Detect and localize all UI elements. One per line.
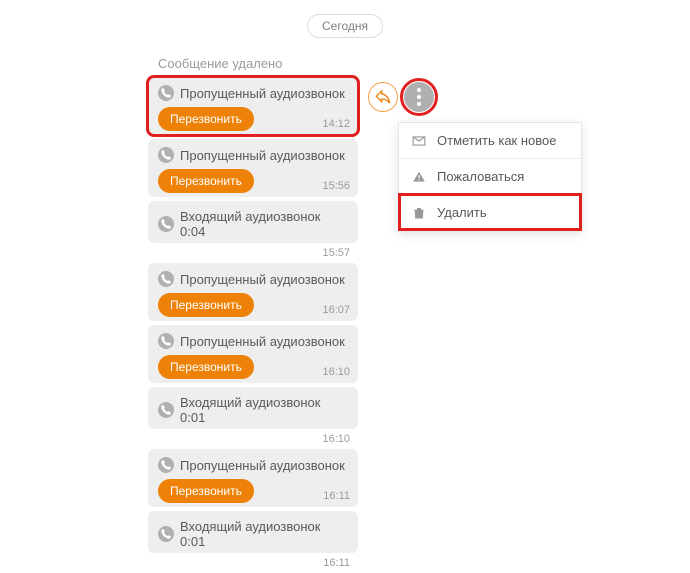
message-actions [368, 82, 434, 112]
call-title: Пропущенный аудиозвонок [180, 334, 345, 349]
call-bubble[interactable]: Пропущенный аудиозвонок Перезвонить 15:5… [148, 139, 358, 197]
call-bubble[interactable]: Пропущенный аудиозвонок Перезвонить 16:0… [148, 263, 358, 321]
phone-icon [158, 526, 174, 542]
call-bubble[interactable]: Пропущенный аудиозвонок Перезвонить 14:1… [148, 77, 358, 135]
dots-icon [417, 88, 421, 92]
dots-icon [417, 95, 421, 99]
envelope-icon [411, 134, 427, 148]
more-button[interactable] [404, 82, 434, 112]
call-bubble[interactable]: Пропущенный аудиозвонок Перезвонить 16:1… [148, 449, 358, 507]
menu-item-report[interactable]: Пожаловаться [399, 158, 581, 194]
phone-icon [158, 147, 174, 163]
phone-icon [158, 216, 174, 232]
call-title: Входящий аудиозвонок 0:01 [180, 395, 348, 425]
phone-icon [158, 333, 174, 349]
call-time: 15:57 [148, 247, 358, 259]
callback-button[interactable]: Перезвонить [158, 293, 254, 317]
callback-button[interactable]: Перезвонить [158, 169, 254, 193]
menu-item-mark-new[interactable]: Отметить как новое [399, 123, 581, 158]
menu-item-label: Удалить [437, 205, 487, 220]
phone-icon [158, 85, 174, 101]
call-time: 16:11 [323, 490, 350, 502]
deleted-message: Сообщение удалено [148, 50, 358, 77]
callback-button[interactable]: Перезвонить [158, 107, 254, 131]
callback-button[interactable]: Перезвонить [158, 479, 254, 503]
trash-icon [411, 206, 427, 220]
phone-icon [158, 457, 174, 473]
call-time: 14:12 [322, 118, 350, 130]
call-time: 16:10 [148, 433, 358, 445]
call-time: 16:11 [148, 557, 358, 569]
messages-column: Сообщение удалено Пропущенный аудиозвоно… [148, 50, 358, 573]
dots-icon [417, 102, 421, 106]
context-menu: Отметить как новое Пожаловаться Удалить [398, 122, 582, 231]
call-bubble[interactable]: Входящий аудиозвонок 0:01 [148, 387, 358, 429]
call-bubble[interactable]: Пропущенный аудиозвонок Перезвонить 16:1… [148, 325, 358, 383]
call-time: 16:10 [322, 366, 350, 378]
call-time: 16:07 [322, 304, 350, 316]
reply-icon [375, 89, 391, 105]
warning-icon [411, 170, 427, 184]
call-title: Пропущенный аудиозвонок [180, 272, 345, 287]
date-pill: Сегодня [307, 14, 383, 38]
callback-button[interactable]: Перезвонить [158, 355, 254, 379]
call-bubble[interactable]: Входящий аудиозвонок 0:04 [148, 201, 358, 243]
menu-item-label: Отметить как новое [437, 133, 557, 148]
call-title: Входящий аудиозвонок 0:01 [180, 519, 348, 549]
menu-item-delete[interactable]: Удалить [399, 194, 581, 230]
call-title: Пропущенный аудиозвонок [180, 458, 345, 473]
call-time: 15:56 [322, 180, 350, 192]
phone-icon [158, 402, 174, 418]
call-title: Входящий аудиозвонок 0:04 [180, 209, 348, 239]
reply-button[interactable] [368, 82, 398, 112]
call-title: Пропущенный аудиозвонок [180, 86, 345, 101]
menu-item-label: Пожаловаться [437, 169, 524, 184]
call-title: Пропущенный аудиозвонок [180, 148, 345, 163]
phone-icon [158, 271, 174, 287]
